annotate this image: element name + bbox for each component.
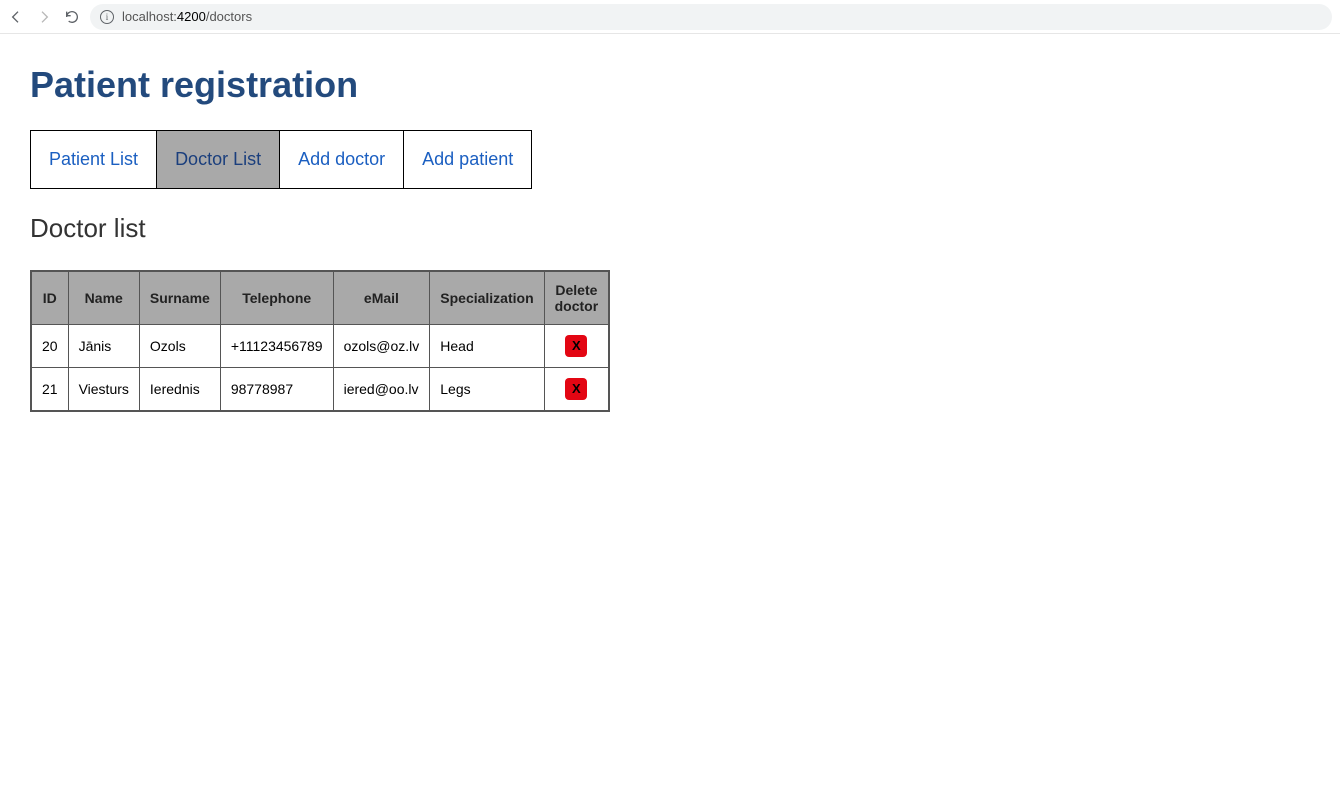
col-specialization: Specialization	[430, 271, 544, 325]
delete-button[interactable]: X	[565, 378, 587, 400]
tab-add-doctor[interactable]: Add doctor	[280, 131, 404, 188]
browser-toolbar: i localhost:4200/doctors	[0, 0, 1340, 34]
cell-telephone: +11123456789	[220, 325, 333, 368]
tab-patient-list[interactable]: Patient List	[31, 131, 157, 188]
tab-doctor-list[interactable]: Doctor List	[157, 131, 280, 188]
delete-button[interactable]: X	[565, 335, 587, 357]
tab-add-patient[interactable]: Add patient	[404, 131, 531, 188]
section-title: Doctor list	[30, 213, 1340, 244]
forward-icon	[36, 9, 52, 25]
table-row: 21 Viesturs Ierednis 98778987 iered@oo.l…	[31, 368, 609, 412]
cell-specialization: Legs	[430, 368, 544, 412]
nav-tabs: Patient List Doctor List Add doctor Add …	[30, 130, 532, 189]
site-info-icon[interactable]: i	[100, 10, 114, 24]
cell-delete: X	[544, 368, 609, 412]
col-delete: Delete doctor	[544, 271, 609, 325]
back-icon[interactable]	[8, 9, 24, 25]
cell-surname: Ierednis	[139, 368, 220, 412]
cell-specialization: Head	[430, 325, 544, 368]
cell-email: ozols@oz.lv	[333, 325, 430, 368]
cell-name: Viesturs	[68, 368, 139, 412]
cell-id: 20	[31, 325, 68, 368]
col-telephone: Telephone	[220, 271, 333, 325]
col-email: eMail	[333, 271, 430, 325]
col-id: ID	[31, 271, 68, 325]
table-row: 20 Jānis Ozols +11123456789 ozols@oz.lv …	[31, 325, 609, 368]
cell-delete: X	[544, 325, 609, 368]
col-surname: Surname	[139, 271, 220, 325]
table-header-row: ID Name Surname Telephone eMail Speciali…	[31, 271, 609, 325]
cell-email: iered@oo.lv	[333, 368, 430, 412]
col-name: Name	[68, 271, 139, 325]
page-title: Patient registration	[30, 64, 1340, 106]
doctor-table: ID Name Surname Telephone eMail Speciali…	[30, 270, 610, 412]
cell-name: Jānis	[68, 325, 139, 368]
cell-id: 21	[31, 368, 68, 412]
url-text: localhost:4200/doctors	[122, 9, 252, 24]
url-bar[interactable]: i localhost:4200/doctors	[90, 4, 1332, 30]
page-content: Patient registration Patient List Doctor…	[0, 34, 1340, 412]
cell-telephone: 98778987	[220, 368, 333, 412]
reload-icon[interactable]	[64, 9, 80, 25]
cell-surname: Ozols	[139, 325, 220, 368]
